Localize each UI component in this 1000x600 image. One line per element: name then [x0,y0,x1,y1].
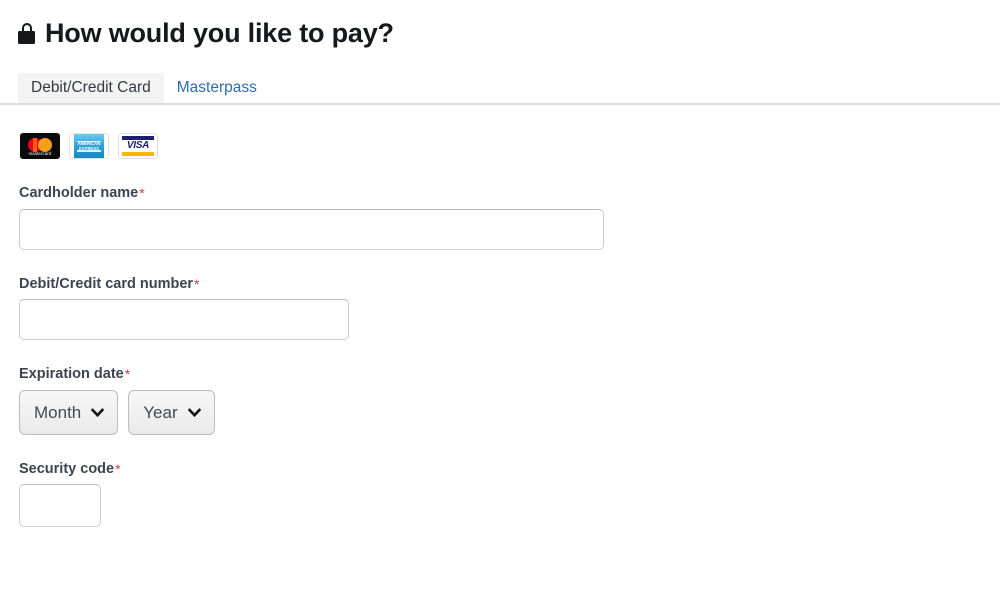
security-code-label-text: Security code [19,460,115,477]
accepted-card-logos: mastercard AMERICAN EXPRESS VISA [0,105,1000,159]
expiration-month-value: Month [34,402,82,422]
visa-icon: VISA [118,133,158,159]
expiration-date-label-text: Expiration date [19,366,124,382]
chevron-down-icon [187,406,201,419]
expiration-year-select[interactable]: Year [128,389,215,435]
card-number-required-marker: * [194,275,200,292]
tab-debit-credit-card[interactable]: Debit/Credit Card [18,72,164,103]
security-code-input[interactable] [19,484,101,527]
card-number-input[interactable] [19,299,349,340]
card-number-label-text: Debit/Credit card number [19,275,194,292]
cardholder-name-label-text: Cardholder name [19,185,139,201]
page-title: How would you like to pay? [45,18,394,48]
page-header: How would you like to pay? [0,0,1000,47]
cardholder-required-marker: * [139,185,145,201]
lock-icon [18,23,35,44]
payment-method-tabs: Debit/Credit Card Masterpass [0,71,1000,105]
expiration-date-label: Expiration date* [19,367,1000,382]
expiration-required-marker: * [124,366,131,382]
payment-form: Cardholder name* Debit/Credit card numbe… [0,186,1000,527]
cardholder-name-label: Cardholder name* [19,186,1000,201]
security-code-label: Security code* [19,460,1000,477]
american-express-icon: AMERICAN EXPRESS [69,133,109,159]
expiration-year-value: Year [143,402,178,422]
card-number-label: Debit/Credit card number* [19,275,1000,292]
expiration-date-row: Month Year [19,389,1000,435]
security-code-required-marker: * [115,460,121,477]
visa-label: VISA [126,140,150,152]
payment-page: How would you like to pay? Debit/Credit … [0,0,1000,600]
chevron-down-icon [91,406,105,419]
tab-masterpass[interactable]: Masterpass [164,73,270,104]
amex-label-line2: EXPRESS [78,146,100,151]
mastercard-icon: mastercard [20,133,60,159]
cardholder-name-input[interactable] [19,208,604,250]
mastercard-label: mastercard [28,151,52,156]
expiration-month-select[interactable]: Month [19,389,119,435]
